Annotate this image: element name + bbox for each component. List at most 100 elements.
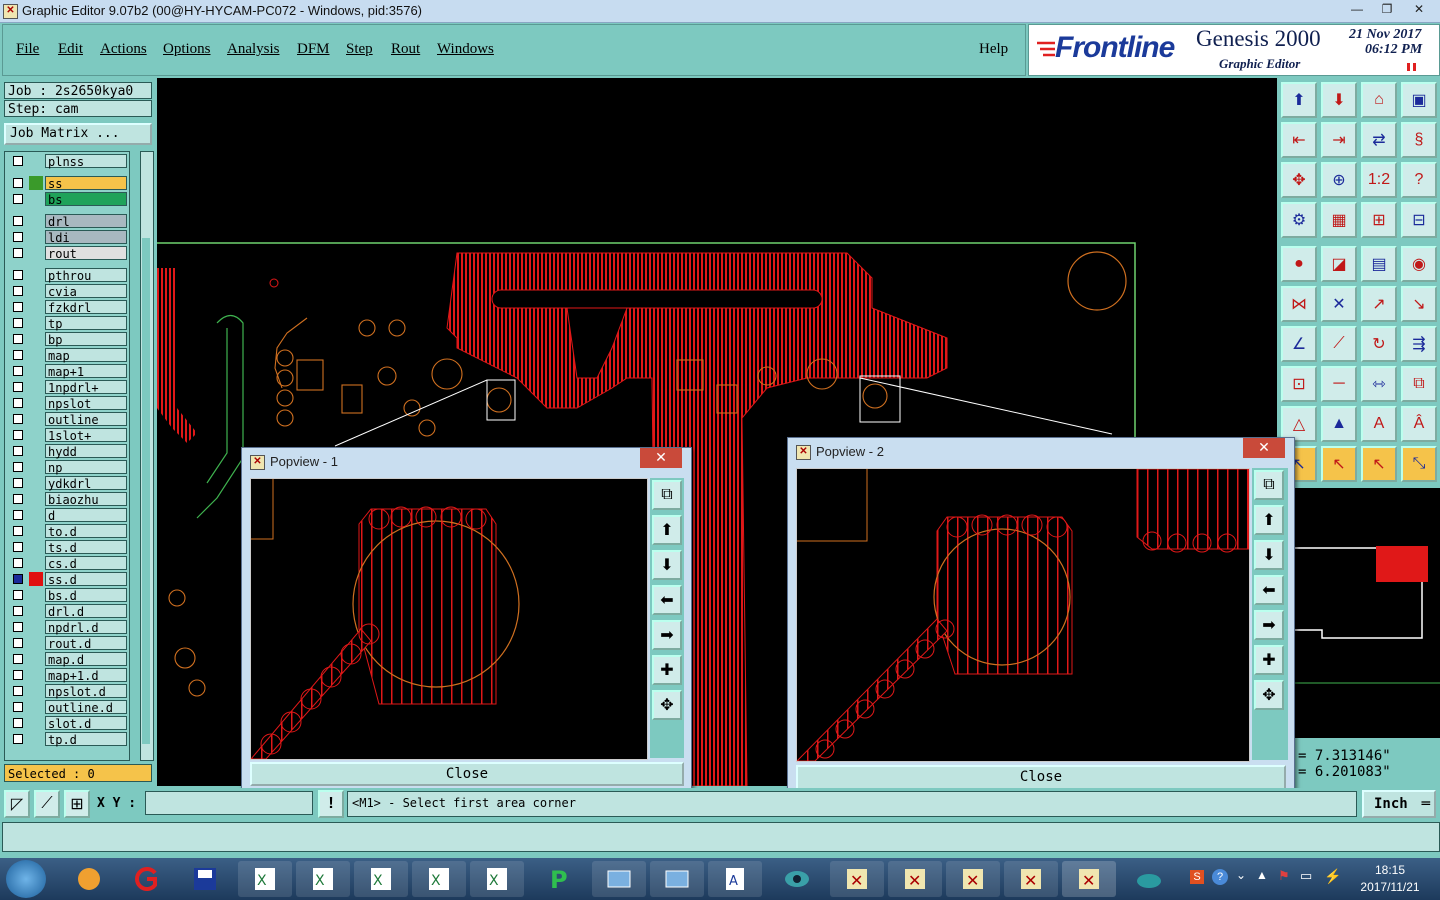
- layer-checkbox[interactable]: [13, 478, 23, 488]
- popview-2-tool-pan-down[interactable]: ⬇: [1254, 540, 1284, 570]
- layer-row[interactable]: rout.d: [9, 636, 127, 651]
- layer-row[interactable]: map+1.d: [9, 668, 127, 683]
- grid-tool-icon[interactable]: ⊞: [64, 790, 90, 818]
- maximize-button[interactable]: ❐: [1372, 0, 1402, 19]
- taskbar-network-app-icon[interactable]: [1122, 861, 1176, 897]
- layer-checkbox[interactable]: [13, 622, 23, 632]
- popview-1-close-icon[interactable]: ✕: [640, 448, 682, 468]
- tool-swap-icon[interactable]: ⇄: [1361, 122, 1397, 158]
- tool-arc-b-icon[interactable]: Â: [1401, 406, 1437, 442]
- layer-row[interactable]: drl: [9, 214, 127, 229]
- units-selector[interactable]: Inch ═: [1362, 790, 1436, 818]
- tool-center-icon[interactable]: ⊕: [1321, 162, 1357, 198]
- taskbar-genesis-icon-3[interactable]: ✕: [946, 861, 1000, 897]
- menu-rout[interactable]: Rout: [391, 41, 420, 58]
- tool-triangle-b-icon[interactable]: ▲: [1321, 406, 1357, 442]
- layer-checkbox[interactable]: [13, 318, 23, 328]
- taskbar-shell-icon[interactable]: [62, 861, 116, 897]
- layer-row[interactable]: ss: [9, 176, 127, 191]
- menu-options[interactable]: Options: [163, 41, 211, 58]
- taskbar-eye-icon[interactable]: [770, 861, 824, 897]
- tool-left-icon[interactable]: ⇤: [1281, 122, 1317, 158]
- taskbar-excel-icon-3[interactable]: X: [354, 861, 408, 897]
- popview-1-tool-pan-right[interactable]: ➡: [652, 620, 682, 650]
- layer-row[interactable]: drl.d: [9, 604, 127, 619]
- taskbar-genesis-icon-1[interactable]: ✕: [830, 861, 884, 897]
- layer-checkbox[interactable]: [13, 542, 23, 552]
- scrollbar-thumb[interactable]: [142, 238, 150, 744]
- close-window-button[interactable]: ✕: [1400, 0, 1438, 19]
- warning-icon[interactable]: !: [318, 790, 344, 818]
- layer-checkbox[interactable]: [13, 366, 23, 376]
- layer-row[interactable]: rout: [9, 246, 127, 261]
- layer-checkbox[interactable]: [13, 654, 23, 664]
- layer-checkbox[interactable]: [13, 248, 23, 258]
- layer-checkbox[interactable]: [13, 526, 23, 536]
- taskbar-excel-icon-2[interactable]: X: [296, 861, 350, 897]
- popview-1-tool-pan-left[interactable]: ⬅: [652, 585, 682, 615]
- popview-2-tool-pan-left[interactable]: ⬅: [1254, 575, 1284, 605]
- tool-delete-icon[interactable]: ✕: [1321, 286, 1357, 322]
- tool-line-icon[interactable]: ⟋: [1321, 326, 1357, 362]
- popview-2-tool-zoom-in[interactable]: ✚: [1254, 645, 1284, 675]
- layer-row[interactable]: tp: [9, 316, 127, 331]
- layer-row[interactable]: fzkdrl: [9, 300, 127, 315]
- layer-row[interactable]: np: [9, 460, 127, 475]
- tool-query-icon[interactable]: ?: [1401, 162, 1437, 198]
- popview-1-tool-pan-up[interactable]: ⬆: [652, 515, 682, 545]
- tool-split-icon[interactable]: ─: [1321, 366, 1357, 402]
- layer-row[interactable]: npslot.d: [9, 684, 127, 699]
- layer-row[interactable]: ydkdrl: [9, 476, 127, 491]
- taskbar-excel-icon-1[interactable]: X: [238, 861, 292, 897]
- tool-fit-icon[interactable]: ✥: [1281, 162, 1317, 198]
- navigator-minimap[interactable]: [1292, 488, 1440, 738]
- layer-checkbox[interactable]: [13, 178, 23, 188]
- ime-s-icon[interactable]: S: [1190, 870, 1204, 884]
- taskbar-window-icon-1[interactable]: [592, 861, 646, 897]
- snap-tool-icon[interactable]: ◸: [4, 790, 30, 818]
- layer-row[interactable]: bs.d: [9, 588, 127, 603]
- tool-window-icon[interactable]: ▣: [1401, 82, 1437, 118]
- layer-row[interactable]: cs.d: [9, 556, 127, 571]
- popview-2-window[interactable]: ✕ Popview - 2 ✕ ⧉ ⬆ ⬇ ⬅ ➡ ✚ ✥ Close: [787, 437, 1295, 799]
- job-matrix-button[interactable]: Job Matrix ...: [4, 123, 152, 145]
- popview-1-close-button[interactable]: Close: [250, 762, 684, 786]
- layer-checkbox[interactable]: [13, 702, 23, 712]
- layer-checkbox[interactable]: [13, 350, 23, 360]
- tool-select-d-icon[interactable]: ⤡: [1401, 446, 1437, 482]
- popview-2-close-icon[interactable]: ✕: [1243, 438, 1285, 458]
- layer-row[interactable]: map+1: [9, 364, 127, 379]
- layer-checkbox[interactable]: [13, 558, 23, 568]
- layer-checkbox[interactable]: [13, 398, 23, 408]
- popview-1-tool-zoom-fit[interactable]: ⧉: [652, 480, 682, 510]
- taskbar-genesis-icon-5[interactable]: ✕: [1062, 861, 1116, 897]
- layer-row[interactable]: npslot: [9, 396, 127, 411]
- popview-1-tool-zoom-out[interactable]: ✥: [652, 690, 682, 720]
- layer-row[interactable]: ts.d: [9, 540, 127, 555]
- tool-connect-icon[interactable]: ⋈: [1281, 286, 1317, 322]
- tool-open-icon[interactable]: ⬆: [1281, 82, 1317, 118]
- taskbar-genesis-icon-2[interactable]: ✕: [888, 861, 942, 897]
- tool-layers-a-icon[interactable]: ⊞: [1361, 202, 1397, 238]
- layer-row[interactable]: bp: [9, 332, 127, 347]
- layer-checkbox[interactable]: [13, 590, 23, 600]
- layer-checkbox[interactable]: [13, 446, 23, 456]
- tray-flag-icon[interactable]: ⚑: [1278, 868, 1290, 884]
- tool-angle-icon[interactable]: ∠: [1281, 326, 1317, 362]
- popview-2-close-button[interactable]: Close: [796, 765, 1286, 790]
- layer-row[interactable]: plnss: [9, 154, 127, 169]
- layer-list[interactable]: plnss ss bs drl ldi rout pthrou cvia fzkdrl tp bp m…: [4, 151, 130, 761]
- layer-checkbox[interactable]: [13, 574, 23, 584]
- popview-2-tool-zoom-fit[interactable]: ⧉: [1254, 470, 1284, 500]
- popview-2-tool-pan-right[interactable]: ➡: [1254, 610, 1284, 640]
- popview-1-tool-pan-down[interactable]: ⬇: [652, 550, 682, 580]
- tool-home-icon[interactable]: ⌂: [1361, 82, 1397, 118]
- layer-row[interactable]: npdrl.d: [9, 620, 127, 635]
- layer-row[interactable]: bs: [9, 192, 127, 207]
- menu-windows[interactable]: Windows: [437, 41, 494, 58]
- tray-expand-icon[interactable]: ▲: [1256, 868, 1268, 882]
- layer-scrollbar[interactable]: [140, 151, 154, 761]
- layer-checkbox[interactable]: [13, 334, 23, 344]
- layer-checkbox[interactable]: [13, 302, 23, 312]
- menu-dfm[interactable]: DFM: [297, 41, 330, 58]
